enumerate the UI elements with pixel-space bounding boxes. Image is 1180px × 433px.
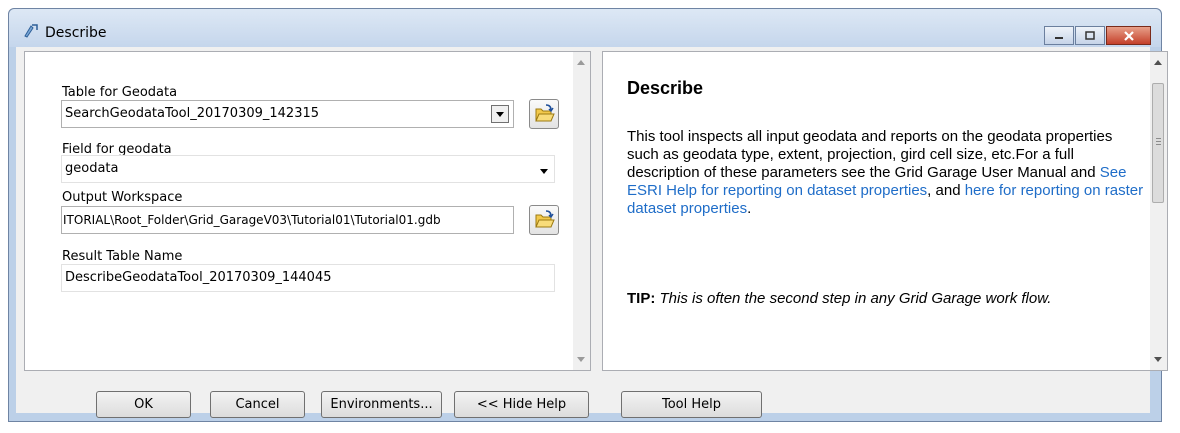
help-scrollbar[interactable] xyxy=(1150,52,1167,370)
chevron-down-icon[interactable] xyxy=(540,169,548,174)
table-dropdown-button[interactable] xyxy=(491,105,509,123)
window-title: Describe xyxy=(45,25,107,41)
field-for-geodata-dropdown[interactable]: geodata xyxy=(61,155,555,183)
grip-icon xyxy=(1156,138,1161,147)
result-table-name-label: Result Table Name xyxy=(62,249,183,264)
field-for-geodata-value: geodata xyxy=(65,161,119,176)
tip-text: This is often the second step in any Gri… xyxy=(655,290,1052,307)
help-description-text: This tool inspects all input geodata and… xyxy=(627,128,1113,181)
help-description: This tool inspects all input geodata and… xyxy=(627,128,1147,218)
minimize-button[interactable] xyxy=(1044,26,1074,45)
output-workspace-label: Output Workspace xyxy=(62,190,183,205)
cancel-button[interactable]: Cancel xyxy=(210,391,305,418)
table-for-geodata-label: Table for Geodata xyxy=(62,85,178,100)
dialog-body: Table for Geodata SearchGeodataTool_2017… xyxy=(16,47,1168,418)
minimize-icon xyxy=(1055,36,1063,39)
browse-workspace-button[interactable] xyxy=(529,205,559,235)
tool-help-button[interactable]: Tool Help xyxy=(621,391,762,418)
scroll-up-icon[interactable] xyxy=(577,60,585,65)
result-table-name-value: DescribeGeodataTool_20170309_144045 xyxy=(65,270,332,285)
close-icon xyxy=(1123,30,1134,41)
output-workspace-input[interactable]: ITORIAL\Root_Folder\Grid_GarageV03\Tutor… xyxy=(61,206,514,234)
close-button[interactable] xyxy=(1106,26,1151,45)
output-workspace-value: ITORIAL\Root_Folder\Grid_GarageV03\Tutor… xyxy=(63,213,441,227)
title-bar[interactable]: Describe xyxy=(9,9,1161,47)
maximize-icon xyxy=(1085,31,1095,40)
help-tip: TIP: This is often the second step in an… xyxy=(627,290,1147,308)
table-for-geodata-combo[interactable]: SearchGeodataTool_20170309_142315 xyxy=(61,100,514,128)
result-table-name-input[interactable]: DescribeGeodataTool_20170309_144045 xyxy=(61,264,555,292)
help-scroll-thumb[interactable] xyxy=(1152,83,1164,203)
help-description-end: . xyxy=(747,200,752,217)
chevron-down-icon xyxy=(496,112,504,117)
scroll-down-icon[interactable] xyxy=(1154,357,1162,362)
describe-dialog: Describe Table for Geodata SearchGeodata… xyxy=(8,8,1168,422)
help-title: Describe xyxy=(627,78,704,98)
ok-button[interactable]: OK xyxy=(96,391,191,418)
hide-help-button[interactable]: << Hide Help xyxy=(454,391,589,418)
open-folder-icon xyxy=(535,104,555,122)
scroll-down-icon[interactable] xyxy=(577,357,585,362)
table-for-geodata-value: SearchGeodataTool_20170309_142315 xyxy=(65,106,320,121)
tip-label: TIP: xyxy=(627,290,656,307)
scroll-up-icon[interactable] xyxy=(1154,60,1162,65)
browse-table-button[interactable] xyxy=(529,99,559,129)
open-folder-icon xyxy=(535,210,555,228)
parameters-scrollbar[interactable] xyxy=(573,52,590,370)
help-pane: Describe This tool inspects all input ge… xyxy=(602,51,1168,371)
parameters-pane: Table for Geodata SearchGeodataTool_2017… xyxy=(24,51,591,371)
maximize-button[interactable] xyxy=(1075,26,1105,45)
tool-icon xyxy=(24,24,38,38)
help-description-connector: , and xyxy=(927,182,965,199)
environments-button[interactable]: Environments... xyxy=(321,391,442,418)
